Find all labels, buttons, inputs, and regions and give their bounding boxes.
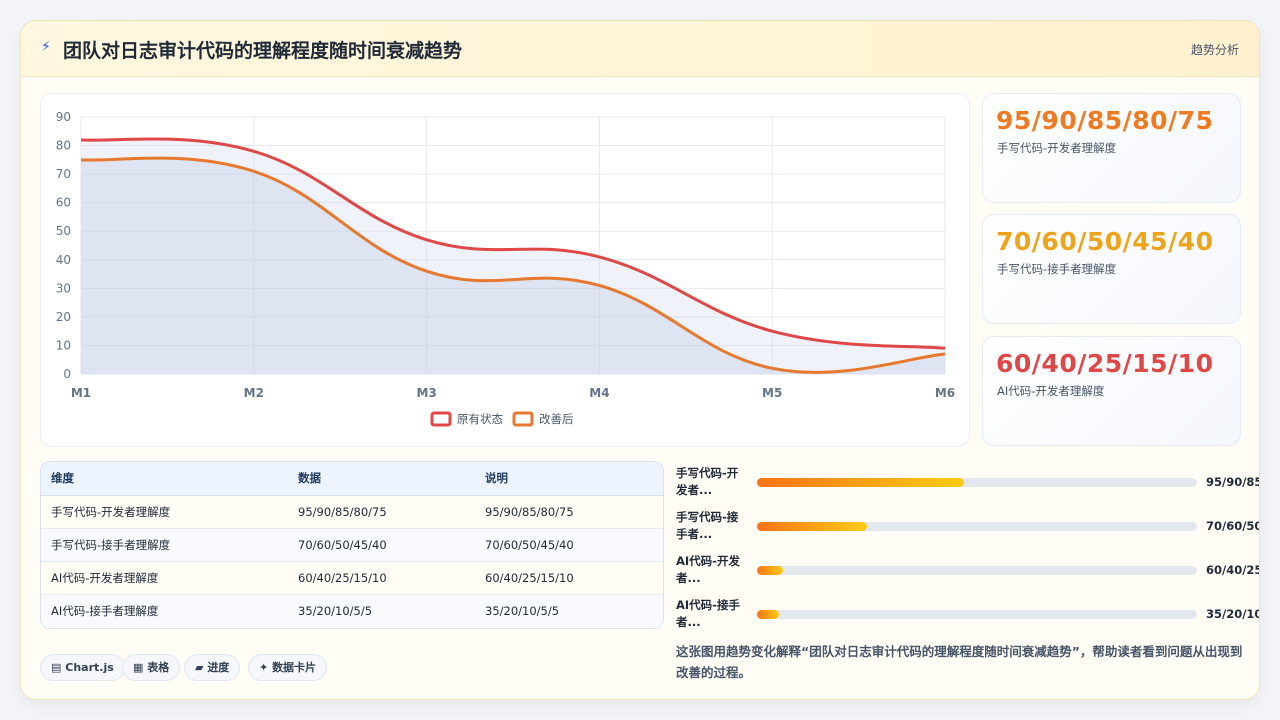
chart-description: 这张图用趋势变化解释“团队对日志审计代码的理解程度随时间衰减趋势”，帮助读者看到…	[676, 644, 1243, 680]
table-row: AI代码-接手者理解度 35/20/10/5/5 35/20/10/5/5	[41, 594, 663, 627]
stat-value: 70/60/50/45/40	[996, 227, 1214, 256]
progress-value: 95/90/85/80/75	[1206, 475, 1259, 489]
progress-track	[757, 478, 1197, 487]
progress-value: 35/20/10/5/5	[1206, 607, 1259, 621]
stat-value: 95/90/85/80/75	[996, 106, 1214, 135]
table-cell: 35/20/10/5/5	[288, 594, 475, 627]
table-cell: AI代码-开发者理解度	[41, 561, 288, 595]
table-cell: 35/20/10/5/5	[475, 594, 663, 627]
table-row: 手写代码-开发者理解度 95/90/85/80/75 95/90/85/80/7…	[41, 495, 663, 529]
y-tick-label: 50	[56, 224, 71, 238]
stat-label: 手写代码-开发者理解度	[997, 141, 1117, 155]
progress-row-4: AI代码-接手者... 35/20/10/5/5	[676, 597, 1259, 631]
pill-progress[interactable]: ▰ 进度	[184, 654, 241, 681]
x-tick-label: M6	[935, 386, 955, 400]
column-header: 维度	[41, 462, 288, 496]
progress-row-1: 手写代码-开发者... 95/90/85/80/75	[676, 465, 1259, 499]
table-cell: 95/90/85/80/75	[475, 495, 663, 529]
stat-label: 手写代码-接手者理解度	[997, 262, 1117, 276]
pill-chartjs[interactable]: ▤ Chart.js	[40, 654, 125, 681]
x-tick-label: M2	[244, 386, 264, 400]
legend-label: 原有状态	[457, 412, 503, 426]
stat-value: 60/40/25/15/10	[996, 349, 1214, 378]
stat-card-2: 70/60/50/45/40 手写代码-接手者理解度	[982, 214, 1241, 324]
progress-row-3: AI代码-开发者... 60/40/25/15/10	[676, 553, 1259, 587]
progress-fill	[757, 566, 784, 575]
progress-label: 手写代码-接手者...	[676, 510, 739, 541]
x-tick-label: M3	[416, 386, 436, 400]
progress-label: 手写代码-开发者...	[676, 466, 739, 497]
progress-track	[757, 522, 1197, 531]
page-title: 团队对日志审计代码的理解程度随时间衰减趋势	[63, 40, 463, 62]
pill-datacard[interactable]: ✦ 数据卡片	[248, 654, 328, 681]
progress-track	[757, 566, 1197, 575]
stat-label: AI代码-开发者理解度	[997, 384, 1105, 398]
table-cell: 70/60/50/45/40	[475, 528, 663, 562]
legend-swatch	[430, 411, 452, 427]
y-tick-label: 0	[63, 367, 71, 381]
progress-value: 70/60/50/45/40	[1206, 519, 1259, 533]
chart-icon: ▤	[51, 661, 62, 674]
table-cell: 60/40/25/15/10	[288, 561, 475, 595]
progress-icon: ▰	[195, 661, 204, 674]
y-tick-label: 80	[56, 139, 71, 153]
legend-label: 改善后	[539, 412, 574, 426]
pill-label: 数据卡片	[272, 661, 317, 674]
y-tick-label: 10	[56, 338, 71, 352]
x-tick-label: M4	[589, 386, 609, 400]
sparkle-icon: ✦	[259, 661, 269, 674]
y-tick-label: 40	[56, 253, 71, 267]
stat-card-1: 95/90/85/80/75 手写代码-开发者理解度	[982, 93, 1241, 203]
table-cell: 95/90/85/80/75	[288, 495, 475, 529]
legend-swatch	[512, 411, 534, 427]
stat-card-3: 60/40/25/15/10 AI代码-开发者理解度	[982, 336, 1241, 446]
x-tick-label: M5	[762, 386, 782, 400]
progress-label: AI代码-接手者...	[676, 598, 740, 629]
lightning-icon: ⚡	[41, 39, 51, 55]
header-tag: 趋势分析	[1190, 43, 1239, 57]
table-row: AI代码-开发者理解度 60/40/25/15/10 60/40/25/15/1…	[41, 561, 663, 595]
progress-fill	[757, 522, 867, 531]
table-cell: 手写代码-开发者理解度	[41, 495, 288, 529]
y-tick-label: 20	[56, 310, 71, 324]
chart-panel: 0 10 20 30 40 50 60 70 80 90 M1 M2 M3 M4 M5 M6 原有状态 改善后	[40, 93, 970, 447]
table-cell: 70/60/50/45/40	[288, 528, 475, 562]
column-header: 数据	[288, 462, 475, 496]
y-tick-label: 70	[56, 167, 71, 181]
table-row: 手写代码-接手者理解度 70/60/50/45/40 70/60/50/45/4…	[41, 528, 663, 562]
pill-table[interactable]: ▦ 表格	[122, 654, 181, 681]
y-tick-label: 90	[56, 110, 71, 124]
y-tick-label: 60	[56, 196, 71, 210]
header-bar: ⚡ 团队对日志审计代码的理解程度随时间衰减趋势 趋势分析	[21, 21, 1259, 77]
progress-track	[757, 610, 1197, 619]
progress-fill	[757, 478, 964, 487]
table-cell: AI代码-接手者理解度	[41, 594, 288, 627]
trend-chart: 0 10 20 30 40 50 60 70 80 90 M1 M2 M3 M4 M5 M6 原有状态 改善后	[56, 110, 955, 427]
x-tick-label: M1	[71, 386, 91, 400]
pill-label: 表格	[147, 661, 170, 674]
y-tick-label: 30	[56, 281, 71, 295]
progress-value: 60/40/25/15/10	[1206, 563, 1259, 577]
column-header: 说明	[475, 462, 663, 496]
table-cell: 60/40/25/15/10	[475, 561, 663, 595]
progress-fill	[757, 610, 779, 619]
progress-row-2: 手写代码-接手者... 70/60/50/45/40	[676, 509, 1259, 543]
table-header-row: 维度 数据 说明	[41, 462, 663, 496]
data-table: 维度 数据 说明 手写代码-开发者理解度 95/90/85/80/75 95/9…	[40, 461, 664, 629]
pill-label: Chart.js	[65, 661, 114, 674]
table-icon: ▦	[133, 661, 144, 674]
progress-label: AI代码-开发者...	[676, 554, 740, 585]
table-cell: 手写代码-接手者理解度	[41, 528, 288, 562]
dashboard-card: ⚡ 团队对日志审计代码的理解程度随时间衰减趋势 趋势分析 0 10 20 30 40 50…	[20, 20, 1260, 700]
pill-label: 进度	[207, 661, 230, 674]
